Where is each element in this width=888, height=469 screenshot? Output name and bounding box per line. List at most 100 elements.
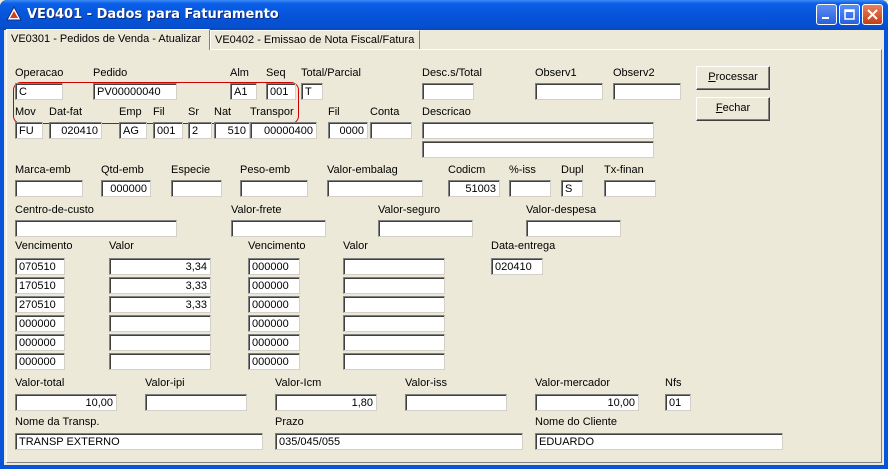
fil-field[interactable]: 001 (153, 122, 183, 139)
close-button[interactable] (862, 4, 883, 25)
operacao-field[interactable]: C (15, 83, 63, 100)
vencimento-field[interactable]: 000000 (15, 315, 65, 332)
valor-field[interactable] (343, 334, 445, 351)
desc-total-field[interactable] (422, 83, 474, 100)
valor-field[interactable] (343, 353, 445, 370)
valor-iss-label: Valor-iss (405, 377, 447, 389)
vencimento-field[interactable]: 000000 (248, 277, 300, 294)
processar-button[interactable]: Processar (696, 66, 770, 90)
data-entrega-label: Data-entrega (491, 240, 556, 252)
centro-custo-field[interactable] (15, 220, 177, 237)
valor-frete-field[interactable] (231, 220, 326, 237)
prazo-field[interactable]: 035/045/055 (275, 433, 523, 450)
app-icon (6, 5, 22, 22)
nome-cliente-label: Nome do Cliente (535, 416, 617, 428)
vencimento-field[interactable]: 170510 (15, 277, 65, 294)
pedido-label: Pedido (93, 67, 128, 79)
nat-field[interactable]: 510 (214, 122, 250, 139)
dat-fat-field[interactable]: 020410 (49, 122, 102, 139)
valor-field[interactable] (343, 315, 445, 332)
tab-ve0301[interactable]: VE0301 - Pedidos de Venda - Atualizar (6, 29, 210, 50)
nfs-label: Nfs (665, 377, 682, 389)
valor-field[interactable]: 3,33 (109, 277, 211, 294)
vencimento-field[interactable]: 000000 (248, 258, 300, 275)
total-parcial-field[interactable]: T (301, 83, 323, 100)
valor-mercador-field[interactable]: 10,00 (535, 394, 639, 411)
valor-field[interactable]: 3,34 (109, 258, 211, 275)
transpor-field[interactable]: 00000400 (250, 122, 317, 139)
window-frame (0, 465, 888, 469)
conta-label: Conta (370, 106, 400, 118)
vencimento-field[interactable]: 000000 (248, 334, 300, 351)
pedido-field[interactable]: PV00000040 (93, 83, 177, 100)
observ2-field[interactable] (613, 83, 681, 100)
nat-label: Nat (214, 106, 232, 118)
valor-iss-field[interactable] (405, 394, 507, 411)
nome-cliente-field[interactable]: EDUARDO (535, 433, 783, 450)
codicm-field[interactable]: 51003 (448, 180, 500, 197)
vencimento-label-right: Vencimento (248, 240, 306, 252)
sr-label: Sr (188, 106, 199, 118)
qtd-emb-field[interactable]: 000000 (101, 180, 151, 197)
observ1-field[interactable] (535, 83, 603, 100)
vencimento-field[interactable]: 000000 (15, 353, 65, 370)
valor-field[interactable] (343, 277, 445, 294)
vencimento-field[interactable]: 070510 (15, 258, 65, 275)
peso-emb-label: Peso-emb (240, 164, 291, 176)
tx-finan-field[interactable] (604, 180, 656, 197)
vencimento-field[interactable]: 000000 (248, 296, 300, 313)
pct-iss-field[interactable] (509, 180, 551, 197)
valor-total-field[interactable]: 10,00 (15, 394, 117, 411)
valor-field[interactable] (109, 353, 211, 370)
dupl-field[interactable]: S (561, 180, 583, 197)
valor-field[interactable] (343, 258, 445, 275)
maximize-button[interactable] (839, 4, 860, 25)
especie-field[interactable] (171, 180, 222, 197)
alm-field[interactable]: A1 (230, 83, 257, 100)
centro-custo-label: Centro-de-custo (15, 204, 94, 216)
valor-embalag-label: Valor-embalag (327, 164, 398, 176)
tab-ve0402[interactable]: VE0402 - Emissao de Nota Fiscal/Fatura (210, 30, 420, 49)
operacao-label: Operacao (15, 67, 64, 79)
marca-emb-field[interactable] (15, 180, 83, 197)
emp-field[interactable]: AG (119, 122, 147, 139)
valor-ipi-field[interactable] (145, 394, 247, 411)
valor-seguro-field[interactable] (378, 220, 473, 237)
conta-field[interactable] (370, 122, 412, 139)
fechar-button[interactable]: Fechar (696, 97, 770, 121)
valor-despesa-label: Valor-despesa (526, 204, 597, 216)
sr-field[interactable]: 2 (188, 122, 212, 139)
vencimento-label-left: Vencimento (15, 240, 73, 252)
valor-despesa-field[interactable] (526, 220, 621, 237)
descricao-field-1[interactable] (422, 122, 654, 139)
fil2-field[interactable]: 0000 (328, 122, 368, 139)
seq-field[interactable]: 001 (266, 83, 296, 100)
peso-emb-field[interactable] (240, 180, 308, 197)
vencimento-field[interactable]: 000000 (248, 315, 300, 332)
descricao-field-2[interactable] (422, 141, 654, 158)
valor-field[interactable] (343, 296, 445, 313)
client-area: VE0301 - Pedidos de Venda - Atualizar VE… (4, 29, 884, 465)
dupl-label: Dupl (561, 164, 584, 176)
data-entrega-field[interactable]: 020410 (491, 258, 543, 275)
valor-field[interactable]: 3,33 (109, 296, 211, 313)
nome-transp-field[interactable]: TRANSP EXTERNO (15, 433, 263, 450)
valor-field[interactable] (109, 315, 211, 332)
mov-label: Mov (15, 106, 36, 118)
mov-field[interactable]: FU (15, 122, 43, 139)
minimize-button[interactable] (816, 4, 837, 25)
descricao-label: Descricao (422, 106, 471, 118)
title-bar[interactable]: VE0401 - Dados para Faturamento (0, 0, 888, 30)
valor-embalag-field[interactable] (327, 180, 423, 197)
pct-iss-label: %-iss (509, 164, 536, 176)
valor-icm-field[interactable]: 1,80 (275, 394, 377, 411)
observ1-label: Observ1 (535, 67, 577, 79)
total-parcial-label: Total/Parcial (301, 67, 361, 79)
vencimento-field[interactable]: 000000 (15, 334, 65, 351)
valor-field[interactable] (109, 334, 211, 351)
nfs-field[interactable]: 01 (665, 394, 691, 411)
alm-label: Alm (230, 67, 249, 79)
vencimento-field[interactable]: 270510 (15, 296, 65, 313)
vencimento-field[interactable]: 000000 (248, 353, 300, 370)
fil2-label: Fil (328, 106, 340, 118)
